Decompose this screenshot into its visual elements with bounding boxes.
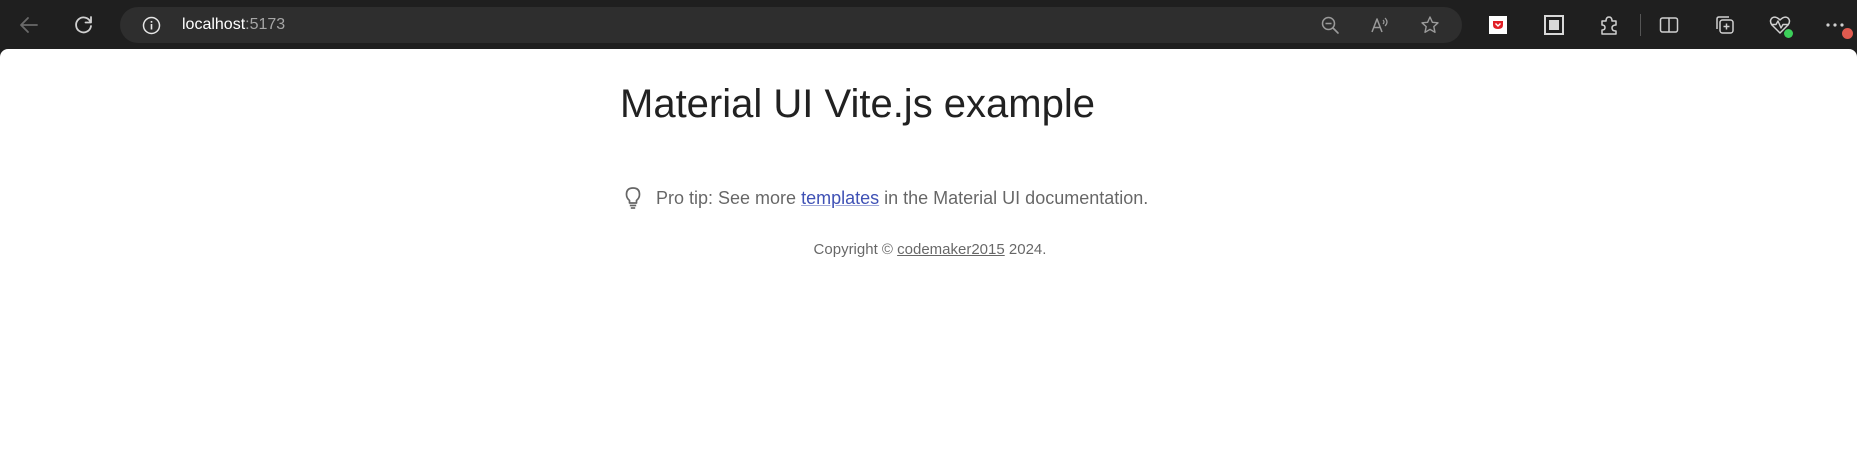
zoom-out-icon[interactable]: [1320, 15, 1340, 35]
extensions-button[interactable]: [1592, 8, 1626, 42]
toolbar-divider: [1640, 14, 1641, 36]
pro-tip: Pro tip: See more templates in the Mater…: [620, 185, 1148, 211]
back-button[interactable]: [12, 8, 46, 42]
ellipsis-icon: [1826, 23, 1844, 27]
copyright: Copyright © codemaker2015 2024.: [620, 241, 1240, 258]
lightbulb-icon: [625, 187, 641, 209]
extension-frame-button[interactable]: [1537, 8, 1571, 42]
performance-button[interactable]: [1763, 8, 1797, 42]
page-viewport: Material UI Vite.js example Pro tip: See…: [0, 49, 1857, 451]
extension-pocket-button[interactable]: [1481, 8, 1515, 42]
url-text[interactable]: localhost:5173: [182, 7, 285, 43]
pro-tip-suffix: in the Material UI documentation.: [879, 187, 1149, 208]
performance-status-dot: [1784, 29, 1793, 38]
split-screen-icon: [1659, 17, 1679, 33]
more-menu-button[interactable]: [1818, 8, 1853, 42]
split-screen-button[interactable]: [1652, 8, 1686, 42]
browser-toolbar: localhost:5173: [0, 0, 1857, 49]
update-alert-badge: [1842, 28, 1853, 39]
refresh-button[interactable]: [67, 8, 101, 42]
page-title: Material UI Vite.js example: [620, 82, 1095, 126]
info-icon[interactable]: [142, 16, 161, 35]
pocket-icon: [1489, 16, 1507, 34]
arrow-left-icon: [20, 17, 38, 33]
collections-button[interactable]: [1708, 8, 1742, 42]
read-aloud-icon[interactable]: [1370, 15, 1390, 35]
address-bar[interactable]: localhost:5173: [120, 7, 1462, 43]
refresh-icon: [75, 16, 92, 34]
star-icon[interactable]: [1420, 15, 1440, 35]
puzzle-icon: [1601, 16, 1617, 35]
pro-tip-prefix: Pro tip: See more: [656, 187, 802, 208]
copyright-prefix: Copyright ©: [813, 241, 898, 258]
url-host: localhost: [182, 16, 246, 33]
frame-icon: [1544, 15, 1564, 35]
author-link[interactable]: codemaker2015: [897, 241, 1005, 258]
collections-icon: [1716, 16, 1734, 34]
url-port: :5173: [245, 16, 286, 33]
pro-tip-text: Pro tip: See more templates in the Mater…: [656, 188, 1148, 209]
templates-link[interactable]: templates: [801, 188, 879, 208]
copyright-suffix: 2024.: [1004, 241, 1047, 258]
